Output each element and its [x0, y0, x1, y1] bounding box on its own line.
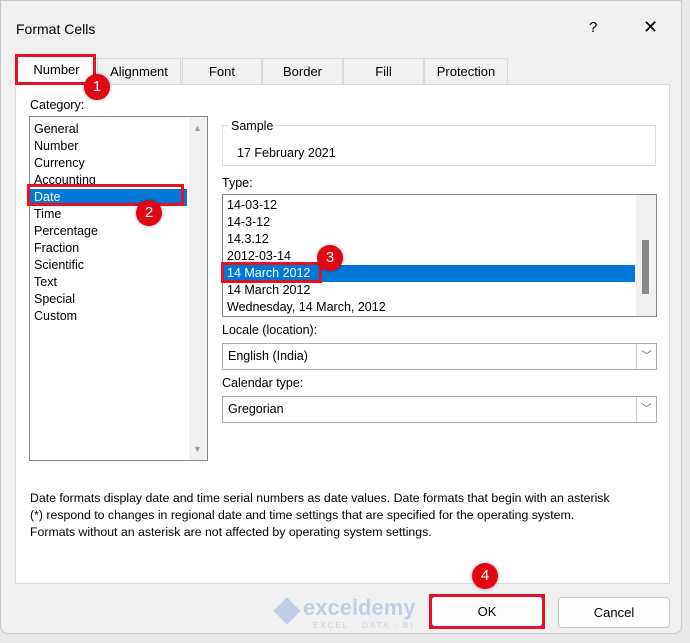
category-label: Category: [30, 98, 85, 112]
description-line: (*) respond to changes in regional date … [30, 508, 575, 522]
type-item[interactable]: 14 March 2012 [227, 282, 310, 299]
annotation-box [27, 184, 184, 206]
category-item[interactable]: Scientific [34, 257, 84, 274]
description: Date formats display date and time seria… [30, 490, 610, 541]
tab-font[interactable]: Font [182, 58, 262, 84]
description-line: Date formats display date and time seria… [30, 491, 610, 505]
dialog-title: Format Cells [16, 21, 96, 37]
scroll-down-icon[interactable]: ▼ [193, 444, 202, 454]
close-icon[interactable]: ✕ [643, 17, 658, 38]
tab-protection[interactable]: Protection [424, 58, 508, 84]
tab-alignment[interactable]: Alignment [97, 58, 181, 84]
step-badge: 2 [136, 200, 162, 226]
type-item[interactable]: Wednesday, 14 March, 2012 [227, 299, 386, 316]
category-item[interactable]: Number [34, 138, 78, 155]
category-item[interactable]: Time [34, 206, 61, 223]
annotation-box [429, 594, 545, 629]
type-label: Type: [222, 176, 253, 190]
category-list[interactable]: ▲ ▼ General Number Currency Accounting Date T… [29, 116, 208, 461]
type-scrollbar[interactable] [636, 195, 656, 316]
tab-fill[interactable]: Fill [343, 58, 424, 84]
category-item[interactable]: Percentage [34, 223, 98, 240]
type-item[interactable]: 14.3.12 [227, 231, 269, 248]
watermark-tagline: EXCEL - DATA - BI [313, 621, 415, 630]
tab-border[interactable]: Border [262, 58, 343, 84]
category-item[interactable]: Special [34, 291, 75, 308]
annotation-box [221, 262, 322, 283]
category-item[interactable]: Custom [34, 308, 77, 325]
category-item[interactable]: Text [34, 274, 57, 291]
calendar-select[interactable]: Gregorian ﹀ [222, 396, 657, 423]
step-badge: 4 [472, 563, 498, 589]
step-badge: 1 [84, 74, 110, 100]
help-button[interactable]: ? [589, 19, 597, 36]
sample-label: Sample [228, 119, 277, 133]
watermark-logo: exceldemy EXCEL - DATA - BI [273, 595, 416, 630]
calendar-value: Gregorian [228, 402, 284, 416]
step-badge: 3 [317, 245, 343, 271]
description-line: Formats without an asterisk are not affe… [30, 525, 432, 539]
locale-value: English (India) [228, 349, 308, 363]
category-item[interactable]: Fraction [34, 240, 79, 257]
annotation-box [15, 54, 96, 85]
scroll-thumb[interactable] [642, 240, 649, 294]
chevron-down-icon[interactable]: ﹀ [636, 397, 656, 422]
calendar-label: Calendar type: [222, 376, 304, 390]
cancel-button[interactable]: Cancel [558, 597, 670, 628]
type-item[interactable]: 14-3-12 [227, 214, 270, 231]
category-item[interactable]: Currency [34, 155, 85, 172]
locale-label: Locale (location): [222, 323, 318, 337]
category-item[interactable]: General [34, 121, 78, 138]
type-list[interactable]: 14-03-12 14-3-12 14.3.12 2012-03-14 14 March… [222, 194, 657, 317]
category-scrollbar[interactable]: ▲ ▼ [189, 117, 207, 460]
locale-select[interactable]: English (India) ﹀ [222, 343, 657, 370]
sample-value: 17 February 2021 [237, 146, 336, 160]
scroll-up-icon[interactable]: ▲ [193, 123, 202, 133]
type-item[interactable]: 14-03-12 [227, 197, 277, 214]
chevron-down-icon[interactable]: ﹀ [636, 344, 656, 369]
